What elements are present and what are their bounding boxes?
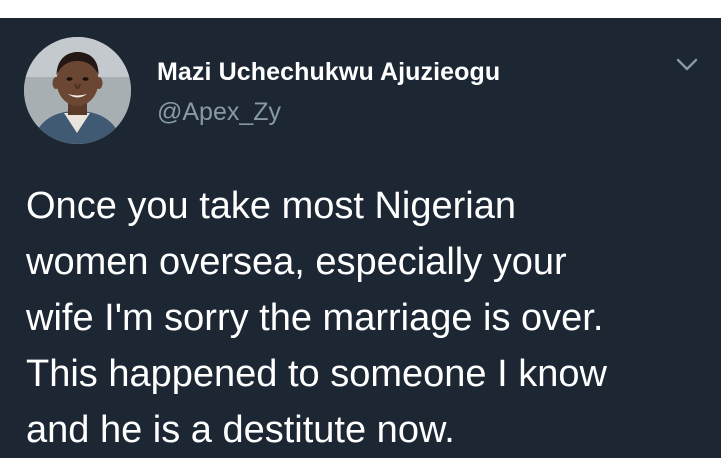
tweet-text-line: wife I'm sorry the marriage is over. — [26, 297, 604, 339]
profile-photo-icon — [24, 37, 131, 144]
screenshot-frame: Mazi Uchechukwu Ajuzieogu @Apex_Zy Once … — [0, 0, 721, 458]
tweet-text-line: Once you take most Nigerian — [26, 185, 517, 227]
more-options-button[interactable] — [675, 56, 699, 74]
tweet-text-line: women oversea, especially your — [26, 241, 567, 283]
tweet-text-line: and he is a destitute now. — [26, 409, 455, 451]
tweet-card[interactable]: Mazi Uchechukwu Ajuzieogu @Apex_Zy Once … — [0, 18, 721, 458]
tweet-text: Once you take most Nigerian women overse… — [26, 178, 706, 458]
author-name[interactable]: Mazi Uchechukwu Ajuzieogu — [157, 58, 500, 87]
chevron-down-icon — [676, 58, 698, 71]
avatar[interactable] — [24, 37, 131, 144]
tweet-text-line: This happened to someone I know — [26, 353, 607, 395]
author-handle[interactable]: @Apex_Zy — [157, 98, 281, 127]
